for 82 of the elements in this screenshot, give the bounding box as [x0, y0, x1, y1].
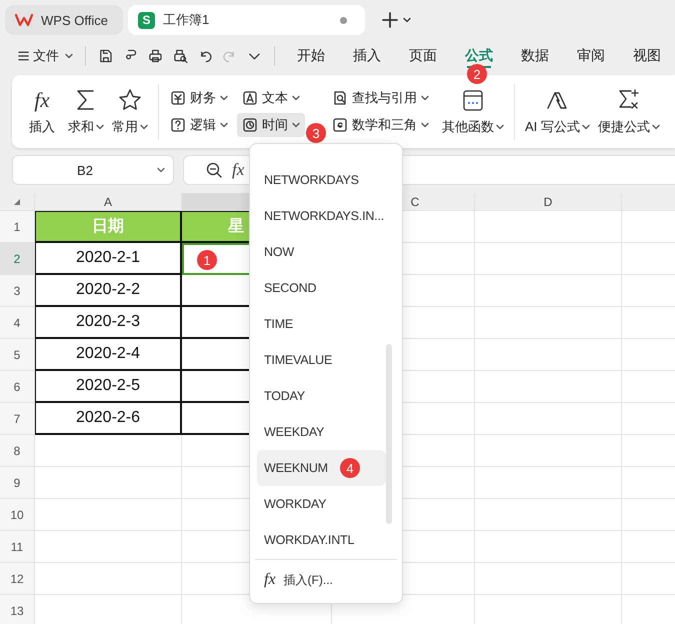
table-cell: 日期 — [35, 211, 182, 243]
ribbon-tab[interactable]: 审阅 — [563, 40, 619, 72]
row-header[interactable]: 7 — [0, 403, 35, 435]
step-badge: 3 — [306, 123, 326, 143]
insert-function-item[interactable]: fx 插入(F)... — [257, 560, 339, 600]
row-header[interactable]: 10 — [0, 499, 35, 531]
ribbon-button[interactable]: AI 写公式 — [521, 84, 594, 140]
table-cell: 2020-2-3 — [35, 307, 182, 339]
ribbon-button[interactable]: 常用 — [108, 84, 152, 140]
window-tab[interactable]: S 工作簿1 — [128, 5, 365, 35]
finance-icon — [170, 90, 186, 106]
file-menu[interactable]: 文件 — [33, 47, 74, 65]
row-header[interactable]: 4 — [0, 307, 35, 339]
menu-item[interactable]: WEEKNUM 4 — [257, 450, 386, 486]
row-header[interactable]: 6 — [0, 371, 35, 403]
ribbon-tab[interactable]: 视图 — [619, 40, 675, 72]
row-header[interactable]: 8 — [0, 435, 35, 467]
step-badge: 1 — [197, 250, 217, 270]
print-icon[interactable] — [148, 48, 163, 64]
column-header[interactable]: D — [475, 193, 622, 211]
calendar-icon — [461, 88, 485, 112]
table-cell: 2020-2-4 — [35, 339, 182, 371]
row-header[interactable]: 5 — [0, 339, 35, 371]
column-header[interactable]: A — [35, 193, 182, 211]
table-cell: 2020-2-5 — [35, 371, 182, 403]
table-cell: 2020-2-6 — [35, 403, 182, 435]
function-category-button[interactable]: 逻辑 — [165, 113, 233, 137]
logo-icon — [15, 13, 33, 27]
zoom-out-icon — [206, 162, 222, 178]
plus-icon[interactable] — [382, 12, 398, 28]
function-category-button[interactable]: 数学和三角 — [327, 113, 434, 137]
scrollbar[interactable] — [386, 344, 392, 524]
name-box[interactable]: B2 — [12, 155, 174, 185]
ribbon-tab[interactable]: 开始 — [283, 40, 339, 72]
function-icon: fx — [232, 160, 244, 180]
text-icon — [242, 90, 258, 106]
window-tab[interactable]: WPS Office — [5, 5, 123, 35]
function-icon: fx — [34, 88, 50, 112]
lookup-icon — [332, 90, 348, 106]
menu-item[interactable]: WORKDAY.INTL — [257, 522, 386, 558]
caret-icon — [65, 53, 74, 59]
menu-item[interactable]: WORKDAY — [257, 486, 386, 522]
ribbon-button[interactable]: 便捷公式 — [594, 84, 664, 140]
menu-icon — [18, 50, 30, 62]
menu-item[interactable]: TIMEVALUE — [257, 342, 386, 378]
ribbon-tab[interactable]: 页面 — [395, 40, 451, 72]
ribbon-button[interactable]: fx 插入 — [20, 84, 64, 140]
row-header[interactable]: 12 — [0, 563, 35, 595]
star-icon — [118, 88, 142, 112]
ribbon-tab[interactable]: 数据 — [507, 40, 563, 72]
menu-item[interactable]: WEEKDAY — [257, 414, 386, 450]
row-header[interactable]: 2 — [0, 243, 35, 275]
ribbon-button[interactable]: 求和 — [64, 84, 108, 140]
menu-item[interactable]: SECOND — [257, 270, 386, 306]
function-category-button[interactable]: 文本 — [237, 86, 305, 110]
clock-icon — [242, 117, 258, 133]
menu-item[interactable]: TODAY — [257, 378, 386, 414]
ribbon-tab[interactable]: 插入 — [339, 40, 395, 72]
function-category-button[interactable]: 财务 — [165, 86, 233, 110]
menu-item[interactable]: TIME — [257, 306, 386, 342]
row-header[interactable]: 9 — [0, 467, 35, 499]
ribbon-button[interactable]: 其他函数 — [438, 84, 508, 140]
save-icon[interactable] — [98, 48, 113, 64]
caret-icon — [157, 167, 165, 173]
sum-plus-icon — [616, 88, 641, 112]
table-cell: 2020-2-2 — [35, 275, 182, 307]
step-badge: 2 — [467, 64, 487, 84]
logic-icon — [170, 117, 186, 133]
function-category-button[interactable]: 查找与引用 — [327, 86, 434, 110]
row-header[interactable]: 1 — [0, 211, 35, 243]
function-category-button[interactable]: 时间 — [237, 113, 305, 137]
preview-icon[interactable] — [172, 48, 188, 64]
table-cell: 2020-2-1 — [35, 243, 182, 275]
row-header[interactable]: 11 — [0, 531, 35, 563]
row-header[interactable]: 13 — [0, 595, 35, 624]
caret-icon[interactable] — [403, 17, 411, 23]
math-icon — [332, 117, 348, 133]
select-all-icon — [13, 198, 21, 206]
step-badge: 4 — [340, 458, 360, 478]
row-header[interactable]: 3 — [0, 275, 35, 307]
function-icon: fx — [264, 571, 276, 589]
spreadsheet-icon: S — [138, 12, 155, 28]
